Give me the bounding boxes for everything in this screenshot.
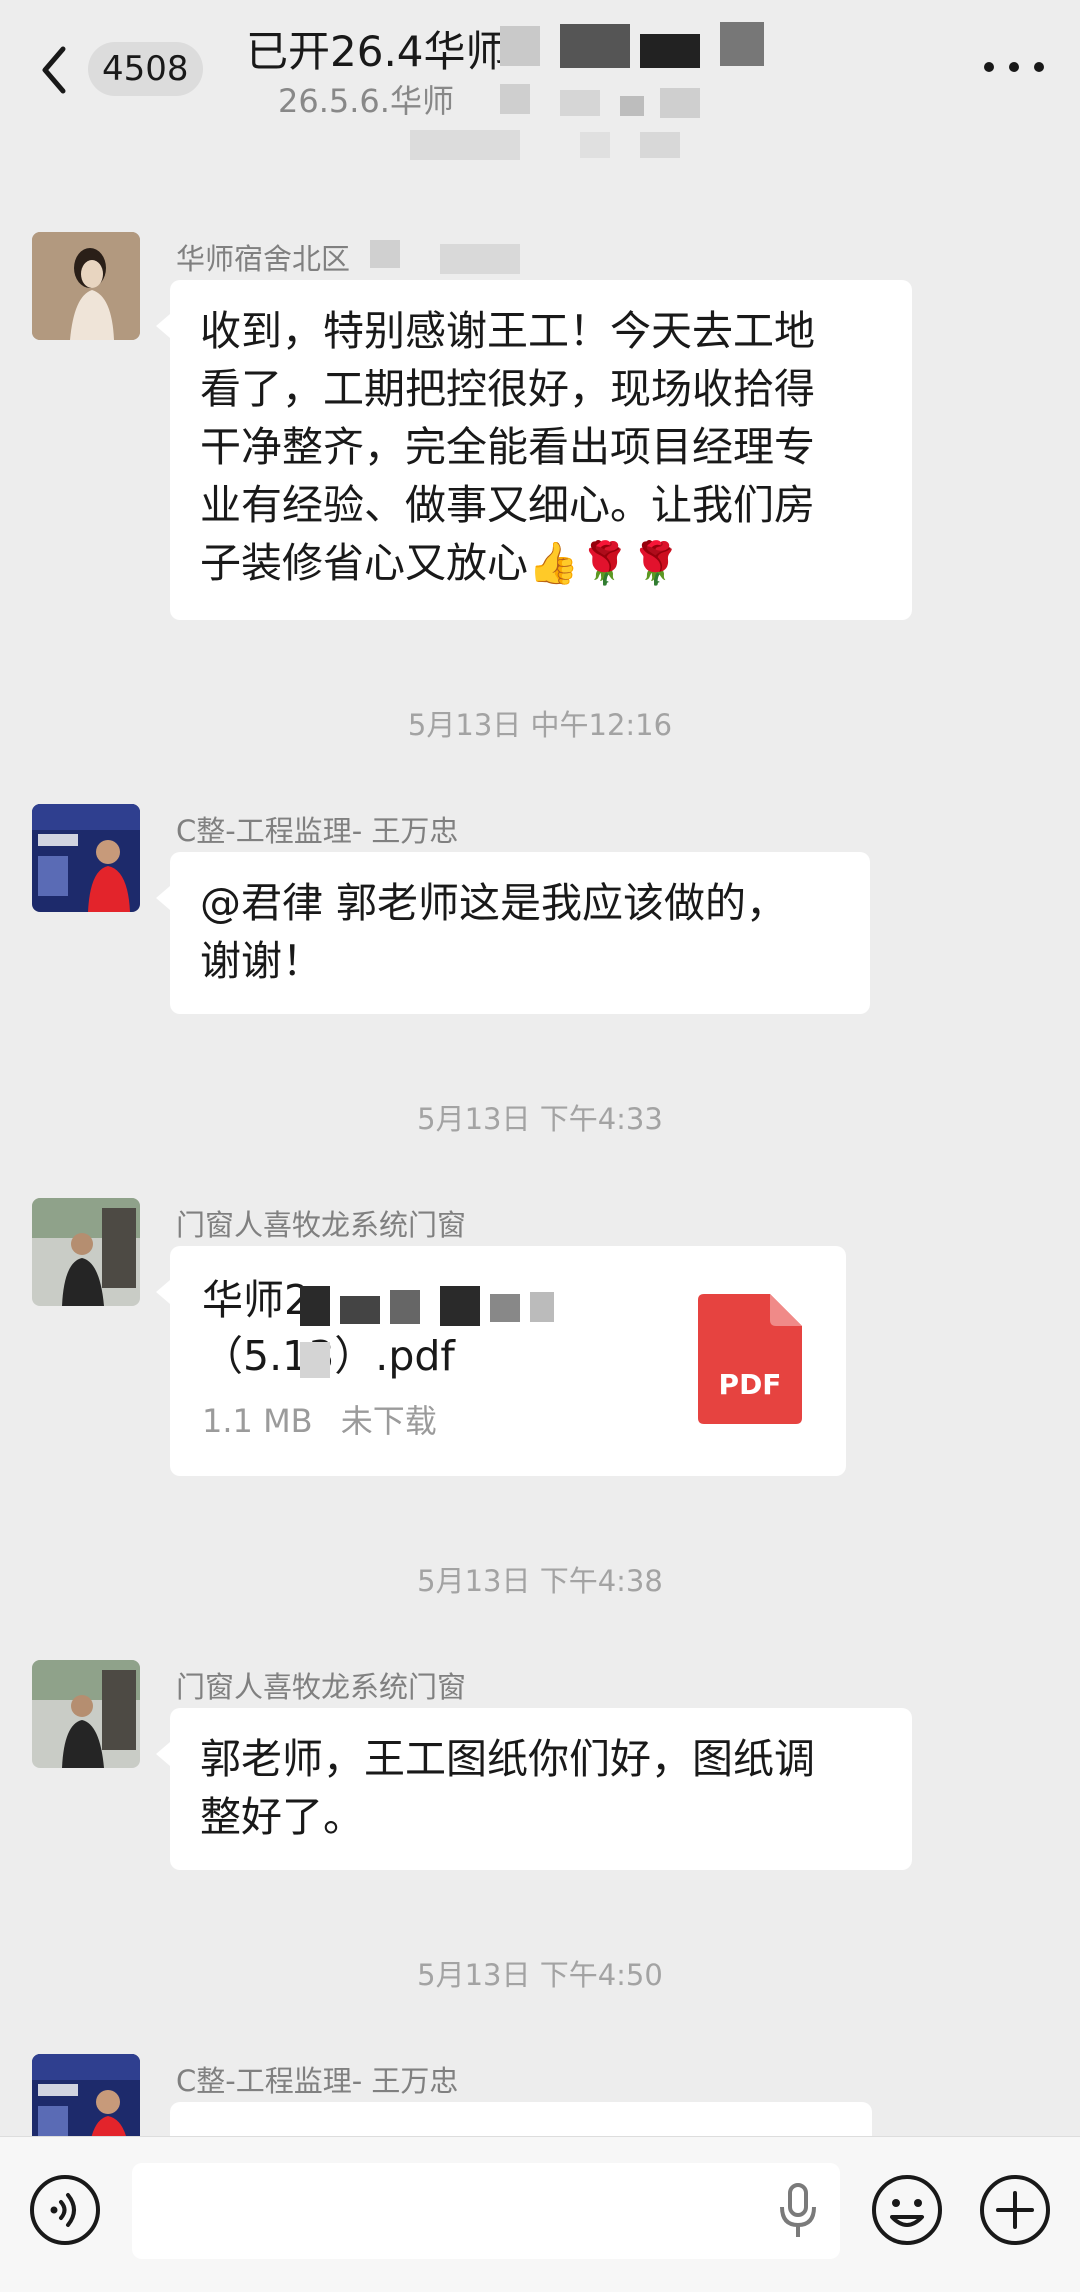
more-button[interactable] (984, 52, 1044, 82)
sender-name: C整-工程监理- 王万忠 (176, 2064, 459, 2098)
more-dot (1009, 62, 1019, 72)
message-bubble[interactable]: @君律 郭老师这是我应该做的， 谢谢！ (156, 852, 870, 1014)
timestamp: 5月13日 下午4:50 (417, 1958, 663, 1992)
avatar[interactable] (32, 1198, 140, 1306)
privacy-mosaic (490, 1294, 520, 1322)
privacy-mosaic (720, 22, 764, 66)
privacy-mosaic (390, 1290, 420, 1324)
input-bar (0, 2136, 1080, 2292)
message-line: 谢谢！ (200, 937, 323, 985)
message-line: 收到，特别感谢王工！今天去工地 (200, 307, 815, 355)
voice-button[interactable] (28, 2173, 102, 2247)
avatar[interactable] (32, 232, 140, 340)
avatar[interactable] (32, 2054, 140, 2136)
message-line: 子装修省心又放心👍🌹🌹 (200, 539, 682, 587)
privacy-mosaic (500, 84, 530, 114)
plus-button[interactable] (978, 2173, 1052, 2247)
message-line: 干净整齐，完全能看出项目经理专 (200, 423, 815, 471)
privacy-mosaic (500, 26, 540, 66)
privacy-mosaic (560, 24, 630, 68)
emoji-icon (872, 2175, 942, 2245)
file-message-bubble[interactable]: 华师2 （5.13）.pdf 1.1 MB 未下载 PDF (156, 1246, 846, 1476)
emoji-button[interactable] (870, 2173, 944, 2247)
avatar[interactable] (32, 804, 140, 912)
sender-name: 门窗人喜牧龙系统门窗 (176, 1208, 467, 1242)
privacy-mosaic (640, 132, 680, 158)
timestamp: 5月13日 中午12:16 (407, 708, 673, 742)
unread-count-badge[interactable]: 4508 (88, 42, 203, 96)
microphone-icon (780, 2183, 816, 2237)
pdf-label: PDF (718, 1368, 782, 1401)
privacy-mosaic (440, 244, 520, 274)
message-bubble[interactable]: 收到，特别感谢王工！今天去工地 看了，工期把控很好，现场收拾得 干净整齐，完全能… (156, 280, 912, 620)
message-bubble[interactable]: 郭老师，王工图纸你们好，图纸调 整好了。 (156, 1708, 912, 1870)
message-line: 业有经验、做事又细心。让我们房 (200, 481, 815, 529)
timestamp: 5月13日 下午4:33 (417, 1102, 663, 1136)
voice-icon (30, 2175, 100, 2245)
more-dot (1034, 62, 1044, 72)
privacy-mosaic (440, 1286, 480, 1326)
privacy-mosaic (410, 130, 520, 160)
privacy-mosaic (530, 1292, 554, 1322)
privacy-mosaic (580, 132, 610, 158)
file-size: 1.1 MB (202, 1402, 313, 1440)
privacy-mosaic (560, 90, 600, 116)
privacy-mosaic (300, 1286, 330, 1326)
chat-header: 4508 已开26.4华师 26.5.6.华师 (0, 0, 1080, 160)
privacy-mosaic (300, 1342, 330, 1378)
back-button[interactable] (34, 40, 74, 100)
sender-name: C整-工程监理- 王万忠 (176, 814, 459, 848)
avatar[interactable] (32, 1660, 140, 1768)
privacy-mosaic (340, 1296, 380, 1324)
chat-subtitle: 26.5.6.华师 (278, 82, 454, 120)
message-line: 整好了。 (200, 1793, 364, 1841)
message-line: @君律 郭老师这是我应该做的， (200, 879, 788, 927)
sender-name: 门窗人喜牧龙系统门窗 (176, 1670, 467, 1704)
message-line: 郭老师，王工图纸你们好，图纸调 (200, 1735, 815, 1783)
message-input[interactable] (132, 2163, 840, 2259)
message-line: 看了，工期把控很好，现场收拾得 (200, 365, 815, 413)
privacy-mosaic (660, 88, 700, 118)
privacy-mosaic (640, 34, 700, 68)
download-status: 未下载 (340, 1402, 437, 1440)
pdf-file-icon: PDF (698, 1294, 802, 1424)
chat-title: 已开26.4华师 (246, 27, 508, 76)
plus-icon (980, 2175, 1050, 2245)
microphone-button[interactable] (778, 2183, 818, 2239)
privacy-mosaic (370, 240, 400, 268)
privacy-mosaic (620, 96, 644, 116)
sender-name: 华师宿舍北区 (176, 242, 351, 276)
chevron-left-icon (42, 46, 66, 94)
more-dots-icon (984, 62, 994, 72)
timestamp: 5月13日 下午4:38 (417, 1564, 663, 1598)
